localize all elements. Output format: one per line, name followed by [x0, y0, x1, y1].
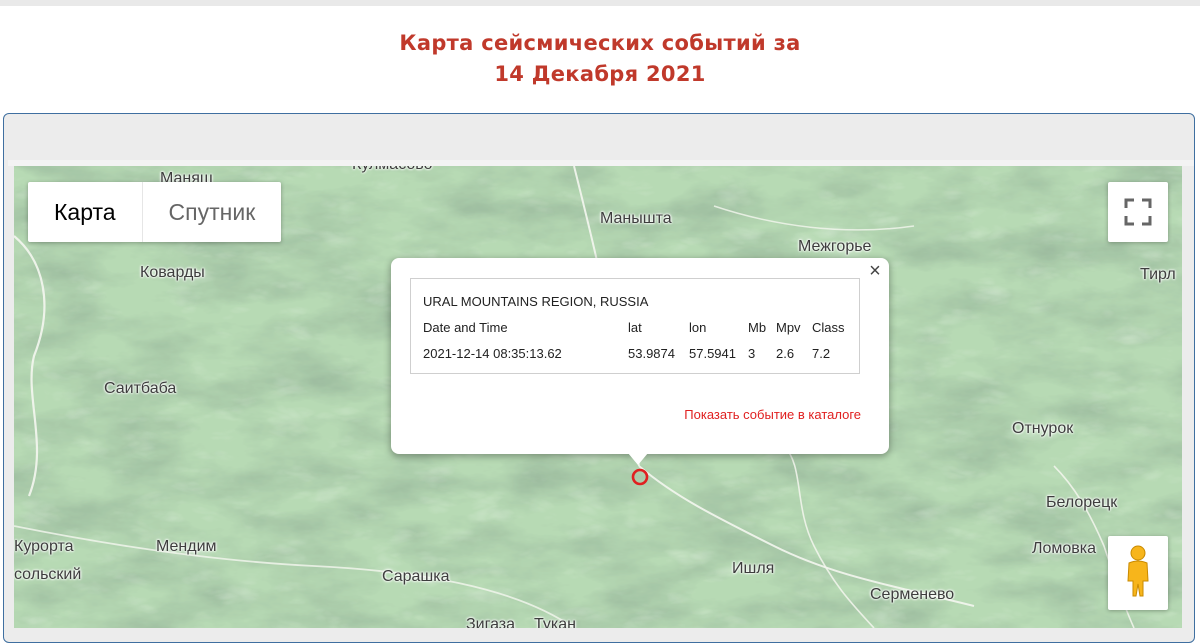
- map-type-satellite-button[interactable]: Спутник: [143, 182, 282, 242]
- event-mb: 3: [748, 346, 756, 361]
- header-class: Class: [812, 320, 845, 335]
- header-lon: lon: [689, 320, 707, 335]
- place-label: Сарашка: [382, 568, 450, 585]
- info-window-tail: [628, 453, 648, 465]
- place-label: Мендим: [156, 538, 217, 555]
- place-label: Серменево: [870, 586, 955, 603]
- event-lon: 57.5941: [689, 346, 736, 361]
- place-label: Манышта: [600, 210, 672, 227]
- place-label: Зигаза: [466, 616, 516, 628]
- event-class: 7.2: [812, 346, 831, 361]
- earthquake-marker-icon[interactable]: [630, 467, 650, 487]
- place-label: Ломовка: [1032, 540, 1097, 557]
- page-title-line2: 14 Декабря 2021: [494, 62, 706, 86]
- place-label: Саитбаба: [104, 380, 177, 397]
- header-datetime: Date and Time: [423, 320, 508, 335]
- page-title-line1: Карта сейсмических событий за: [399, 31, 801, 55]
- close-icon[interactable]: ×: [866, 261, 884, 281]
- event-mpv: 2.6: [776, 346, 795, 361]
- event-lat: 53.9874: [628, 346, 675, 361]
- pegman-icon: [1127, 545, 1149, 597]
- fullscreen-icon: [1124, 198, 1152, 226]
- place-label: Кулмасово: [352, 166, 433, 174]
- event-datetime: 2021-12-14 08:35:13.62: [423, 346, 562, 361]
- event-region: URAL MOUNTAINS REGION, RUSSIA: [423, 294, 649, 309]
- map-type-control: Карта Спутник: [28, 182, 282, 242]
- place-label: сольский: [14, 566, 82, 583]
- place-label: Межгорье: [798, 238, 872, 255]
- place-label: Ишля: [732, 560, 775, 577]
- top-strip: [0, 0, 1200, 6]
- place-label: Отнурок: [1012, 420, 1074, 437]
- page-title: Карта сейсмических событий за 14 Декабря…: [0, 28, 1200, 90]
- street-view-button[interactable]: [1108, 536, 1168, 610]
- header-mb: Mb: [748, 320, 767, 335]
- place-label: Курорта: [14, 538, 74, 555]
- place-label: Белорецк: [1046, 494, 1118, 511]
- fullscreen-button[interactable]: [1108, 182, 1168, 242]
- header-lat: lat: [628, 320, 642, 335]
- place-label: Коварды: [140, 264, 205, 281]
- map-type-map-button[interactable]: Карта: [28, 182, 143, 242]
- place-label: Тирл: [1140, 266, 1176, 283]
- place-label: Тукан: [534, 616, 576, 628]
- header-mpv: Mpv: [776, 320, 801, 335]
- show-in-catalog-link[interactable]: Показать событие в каталоге: [610, 407, 861, 422]
